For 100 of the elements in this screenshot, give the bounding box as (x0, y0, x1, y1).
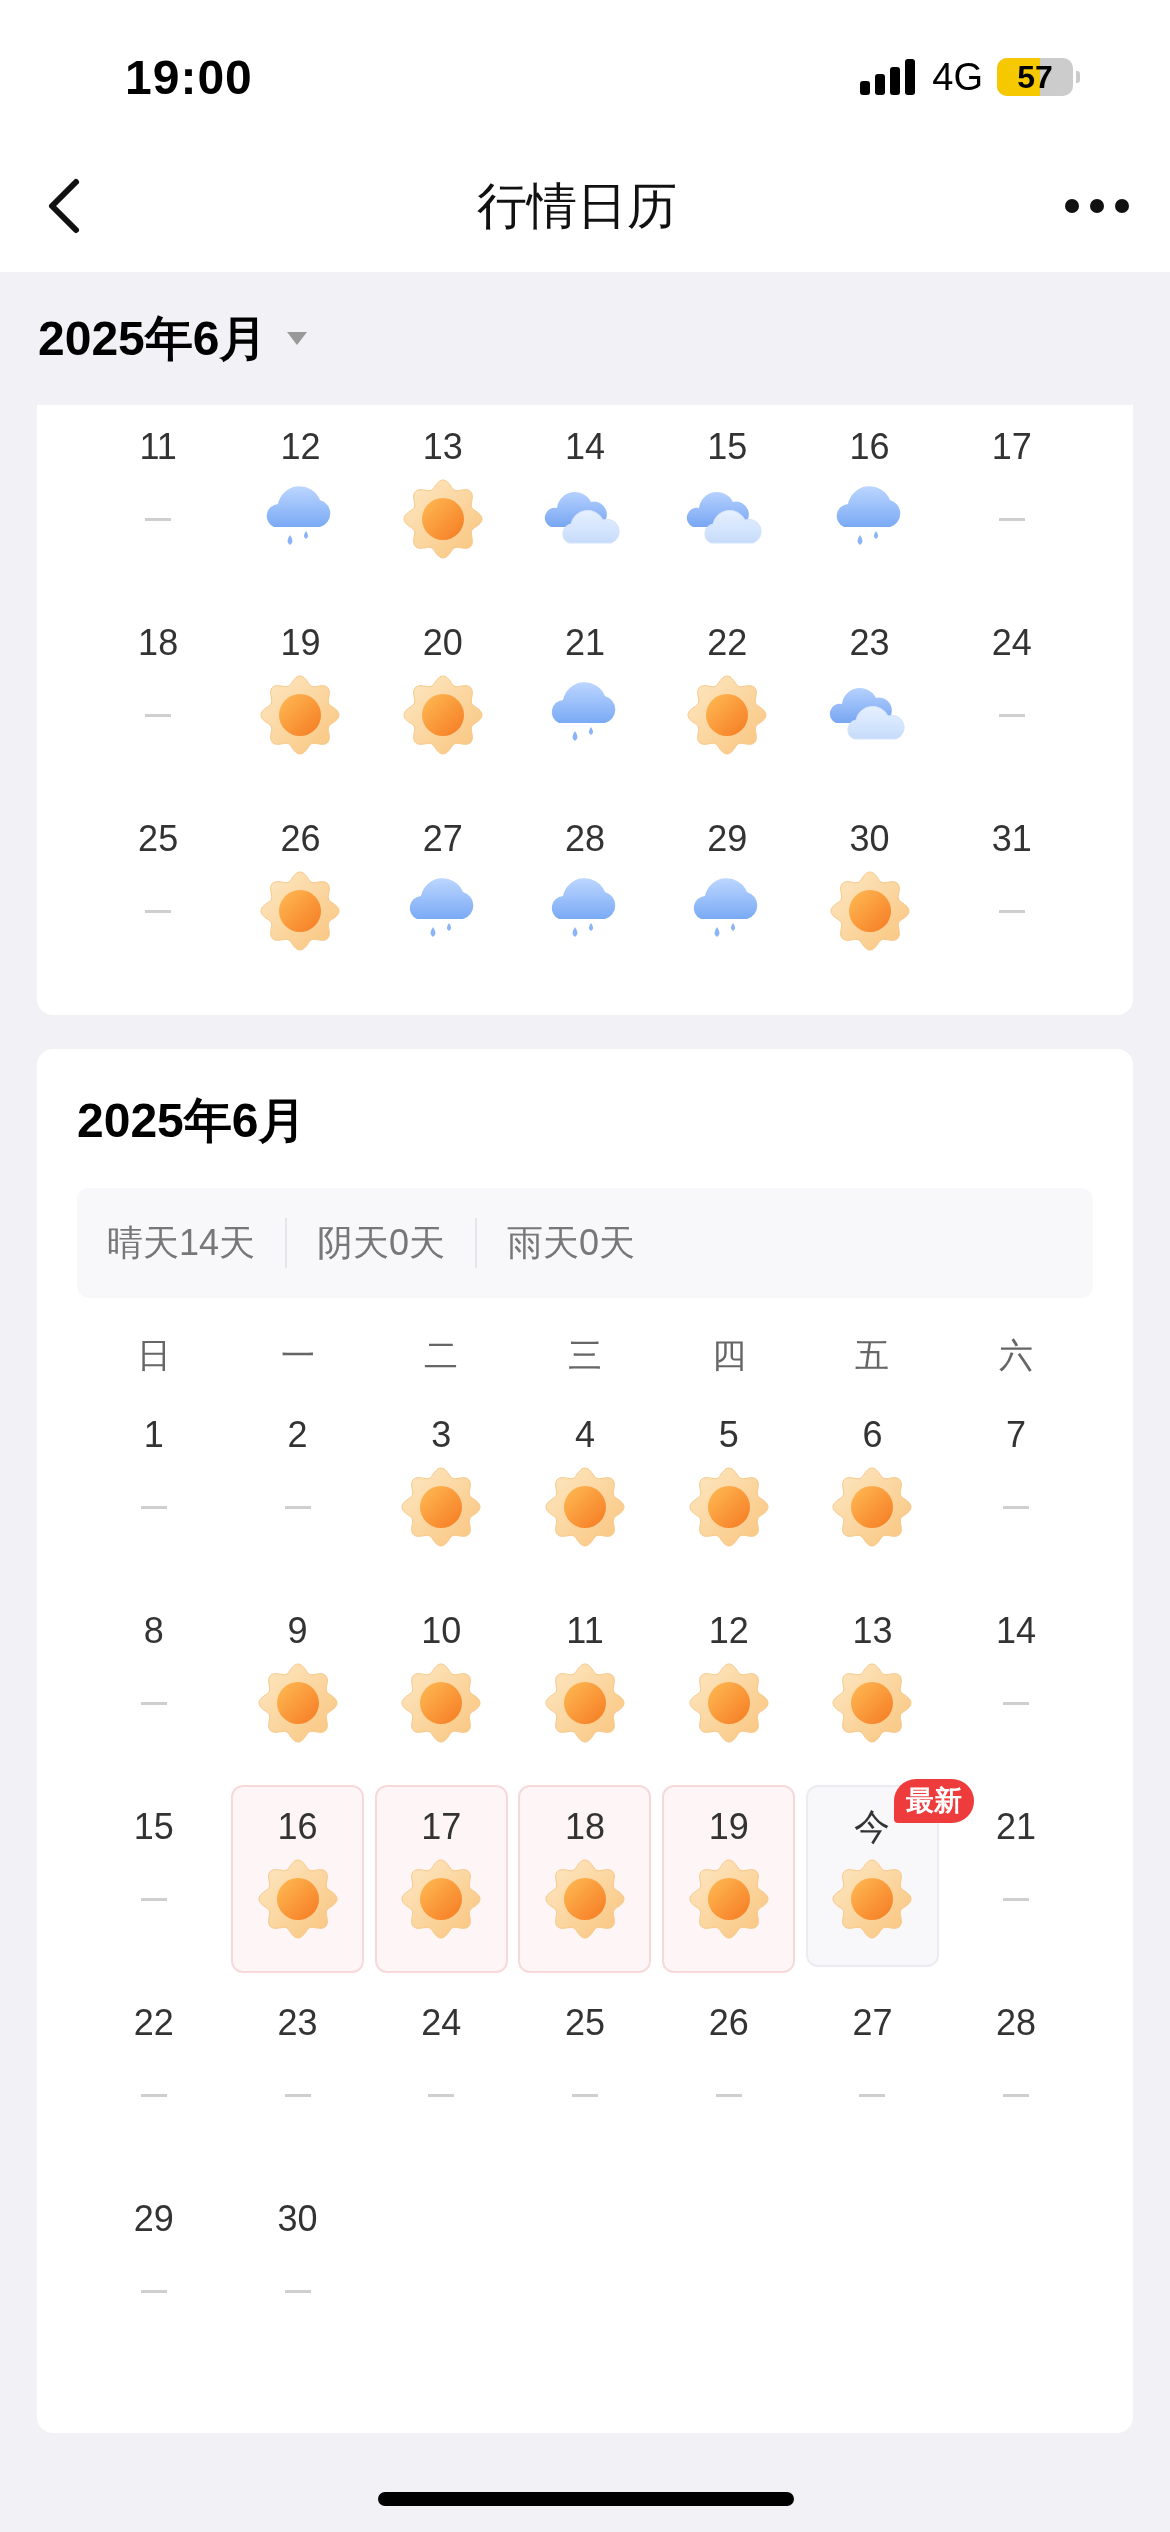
day-number: 19 (708, 1805, 749, 1849)
weekday-label: 三 (567, 1335, 603, 1376)
day-number: 5 (718, 1413, 739, 1457)
day-number: 25 (564, 2001, 605, 2045)
page-title: 行情日历 (477, 176, 677, 236)
weekday-label: 二 (423, 1335, 460, 1376)
no-data-dash (145, 909, 172, 913)
day-number: 22 (707, 621, 748, 665)
month-selector[interactable]: 2025年6月 (38, 306, 308, 371)
summary-count: 雨天0天 (507, 1220, 637, 1265)
day-number: 24 (991, 621, 1032, 665)
no-data-dash (140, 1505, 167, 1509)
day-number: 30 (849, 817, 890, 861)
clock-time: 19:00 (125, 49, 253, 105)
no-data-dash (998, 517, 1025, 521)
day-number: 20 (422, 621, 463, 665)
day-number: 16 (849, 425, 890, 469)
sun-icon (688, 1467, 769, 1547)
weekday-label: 五 (854, 1335, 891, 1376)
day-number: 今 (854, 1805, 891, 1849)
sun-icon (832, 1467, 913, 1547)
no-data-dash (284, 2093, 311, 2097)
day-number: 8 (143, 1609, 164, 1653)
day-number: 7 (1006, 1413, 1027, 1457)
sun-icon (401, 1663, 482, 1743)
no-data-dash (1003, 2093, 1030, 2097)
day-number: 28 (564, 817, 605, 861)
day-number: 29 (133, 2197, 174, 2241)
weekday-label: 六 (998, 1335, 1035, 1376)
day-number: 11 (139, 425, 177, 469)
day-number: 21 (564, 621, 605, 665)
no-data-dash (140, 1701, 167, 1705)
weekday-label: 一 (279, 1335, 316, 1376)
sun-icon (545, 1467, 625, 1547)
day-number: 15 (133, 1805, 174, 1849)
day-number: 13 (852, 1609, 893, 1653)
day-number: 15 (707, 425, 748, 469)
latest-badge: 最新 (894, 1779, 975, 1823)
no-data-dash (572, 2093, 598, 2097)
day-number: 30 (277, 2197, 318, 2241)
no-data-dash (284, 1505, 311, 1509)
sun-icon (829, 871, 910, 951)
day-number: 1 (143, 1413, 164, 1457)
day-number: 18 (138, 621, 179, 665)
day-number: 26 (280, 817, 321, 861)
day-number: 21 (996, 1805, 1037, 1849)
sun-icon (260, 675, 341, 755)
day-number: 2 (287, 1413, 308, 1457)
selected-day-cell[interactable]: 18 (518, 1785, 652, 1973)
sun-icon (402, 675, 483, 755)
selected-day-cell[interactable]: 19 (662, 1785, 796, 1973)
day-number: 12 (280, 425, 321, 469)
no-data-dash (140, 2093, 167, 2097)
summary-count: 晴天14天 (107, 1220, 257, 1265)
day-number: 14 (564, 425, 605, 469)
sun-icon (832, 1663, 913, 1743)
day-number: 13 (422, 425, 463, 469)
no-data-dash (140, 1897, 167, 1901)
dropdown-icon (287, 331, 308, 346)
day-number: 10 (421, 1609, 462, 1653)
selected-day-cell[interactable]: 16 (231, 1785, 365, 1973)
day-number: 28 (996, 2001, 1037, 2045)
no-data-dash (859, 2093, 886, 2097)
sun-icon (688, 1859, 769, 1939)
day-number: 19 (280, 621, 321, 665)
no-data-dash (998, 909, 1025, 913)
calendar-title: 2025年6月 (77, 1093, 308, 1149)
sun-icon (402, 479, 483, 559)
day-number: 4 (574, 1413, 595, 1457)
selected-day-cell[interactable]: 17 (374, 1785, 508, 1973)
day-number: 3 (431, 1413, 452, 1457)
day-number: 24 (421, 2001, 462, 2045)
no-data-dash (428, 2093, 455, 2097)
no-data-dash (1003, 1701, 1030, 1705)
no-data-dash (140, 2289, 167, 2293)
day-number: 26 (708, 2001, 749, 2045)
day-number: 6 (862, 1413, 883, 1457)
day-number: 23 (849, 621, 890, 665)
day-number: 17 (991, 425, 1032, 469)
day-number: 16 (277, 1805, 318, 1849)
day-number: 14 (996, 1609, 1037, 1653)
day-number: 23 (277, 2001, 318, 2045)
no-data-dash (1003, 1897, 1030, 1901)
sun-icon (401, 1467, 482, 1547)
no-data-dash (715, 2093, 742, 2097)
more-button[interactable] (1064, 198, 1130, 214)
no-data-dash (145, 517, 172, 521)
sun-icon (545, 1663, 625, 1743)
day-number: 22 (133, 2001, 174, 2045)
sun-icon (687, 675, 768, 755)
weekday-label: 日 (135, 1335, 172, 1376)
weekday-label: 四 (710, 1335, 747, 1376)
sun-icon (832, 1859, 913, 1939)
no-data-dash (1003, 1505, 1030, 1509)
network-label: 4G (932, 55, 983, 99)
sun-icon (545, 1859, 625, 1939)
day-number: 29 (707, 817, 748, 861)
day-number: 11 (566, 1609, 604, 1653)
sun-icon (260, 871, 341, 951)
day-number: 27 (422, 817, 463, 861)
